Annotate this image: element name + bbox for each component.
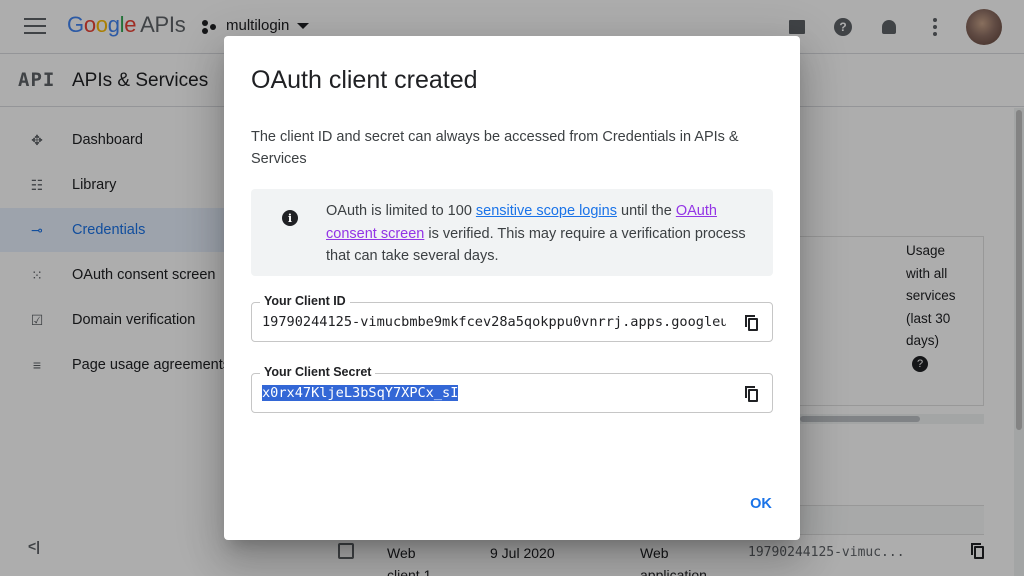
dialog-description: The client ID and secret can always be a… [251, 129, 739, 167]
notice-text-part: until the [616, 203, 676, 219]
client-secret-value[interactable]: x0rx47KljeL3bSqY7XPCx_sI [262, 385, 726, 401]
copy-client-id-icon[interactable] [745, 315, 758, 331]
client-id-label: Your Client ID [260, 294, 350, 308]
notice-text-part: OAuth is limited to 100 [326, 203, 476, 219]
client-secret-label: Your Client Secret [260, 365, 376, 379]
verification-notice: i OAuth is limited to 100 sensitive scop… [251, 189, 773, 276]
dialog-title: OAuth client created [251, 66, 478, 94]
info-icon: i [282, 210, 298, 226]
notice-text: OAuth is limited to 100 sensitive scope … [326, 200, 758, 268]
copy-client-secret-icon[interactable] [745, 386, 758, 402]
selected-secret-text[interactable]: x0rx47KljeL3bSqY7XPCx_sI [262, 385, 459, 401]
oauth-created-dialog: OAuth client created The client ID and s… [224, 36, 800, 540]
ok-button[interactable]: OK [741, 488, 781, 520]
sensitive-scope-logins-link[interactable]: sensitive scope logins [476, 203, 617, 219]
client-id-field[interactable]: Your Client ID 19790244125-vimucbmbe9mkf… [251, 294, 773, 342]
client-secret-field[interactable]: Your Client Secret x0rx47KljeL3bSqY7XPCx… [251, 365, 773, 413]
client-id-value[interactable]: 19790244125-vimucbmbe9mkfcev28a5qokppu0v… [262, 314, 726, 330]
